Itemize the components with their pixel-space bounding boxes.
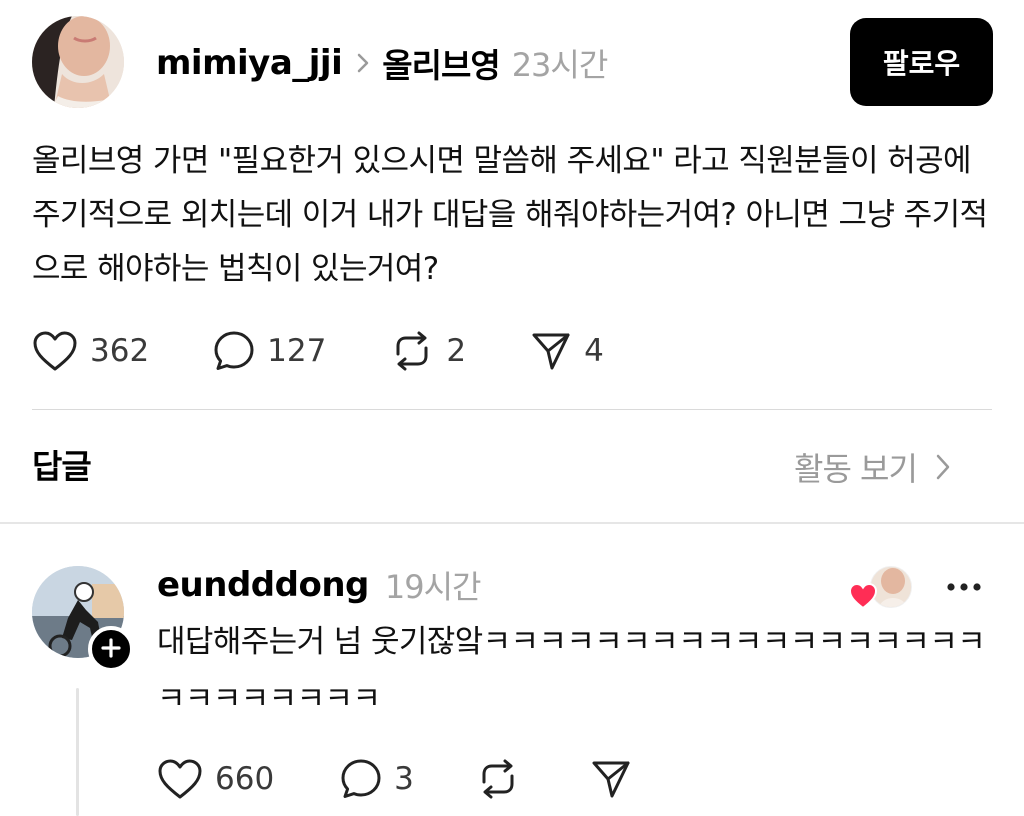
heart-filled-icon [848,582,878,614]
view-activity-link[interactable]: 활동 보기 [794,442,951,492]
reply-repost-button[interactable] [476,758,520,800]
follow-button[interactable]: 팔로우 [850,18,993,106]
speech-bubble-icon [340,758,382,800]
like-count: 362 [90,333,150,369]
heart-outline-icon [32,330,78,372]
paper-plane-icon [530,330,572,372]
share-count: 4 [584,333,604,369]
reply-header: eundddong 19시간 [157,560,481,610]
ellipsis-horizontal-icon [946,577,982,596]
author-avatar[interactable] [32,16,124,108]
paper-plane-icon [590,758,632,800]
comment-count: 127 [267,333,327,369]
topic-tag[interactable]: 올리브영 [382,39,500,87]
speech-bubble-icon [213,330,255,372]
reply-timestamp: 19시간 [384,568,482,606]
share-button[interactable]: 4 [530,330,604,372]
plus-icon [101,634,121,664]
author-avatar-image [32,16,124,108]
author-username[interactable]: mimiya_jji [156,43,343,83]
comment-button[interactable]: 127 [213,330,326,372]
post-text: 올리브영 가면 "필요한거 있으시면 말씀해 주세요" 라고 직원분들이 허공에… [32,143,988,287]
author-liked-indicator [848,566,912,612]
repost-button[interactable]: 2 [390,330,466,372]
repost-arrows-icon [476,758,520,800]
heart-outline-icon [157,758,203,800]
chevron-right-icon [356,52,370,74]
thread-line [76,688,79,816]
reply-action-bar: 660 3 [157,754,632,804]
chevron-right-icon [935,453,951,481]
like-button[interactable]: 362 [32,330,149,372]
replies-heading: 답글 [32,447,92,486]
more-options-button[interactable] [944,566,984,606]
reply-comment-count: 3 [394,761,414,797]
repost-arrows-icon [390,330,434,372]
post-timestamp: 23시간 [511,46,609,84]
view-activity-label: 활동 보기 [794,450,918,488]
reply-text: 대답해주는거 넘 웃기잖앜ㅋㅋㅋㅋㅋㅋㅋㅋㅋㅋㅋㅋㅋㅋㅋㅋㅋㅋㅋㅋㅋㅋㅋㅋㅋㅋ [157,624,986,717]
reply-username[interactable]: eundddong [157,565,369,605]
reply-share-button[interactable] [590,758,632,800]
follow-plus-button[interactable] [88,626,134,672]
post-action-bar: 362 127 2 4 [32,326,604,376]
reply-comment-button[interactable]: 3 [340,758,414,800]
section-divider [0,522,1024,524]
reply-like-count: 660 [215,761,275,797]
repost-count: 2 [446,333,467,369]
reply-like-button[interactable]: 660 [157,758,274,800]
divider [32,409,992,410]
post-header: mimiya_jji 올리브영 23시간 [156,38,609,88]
